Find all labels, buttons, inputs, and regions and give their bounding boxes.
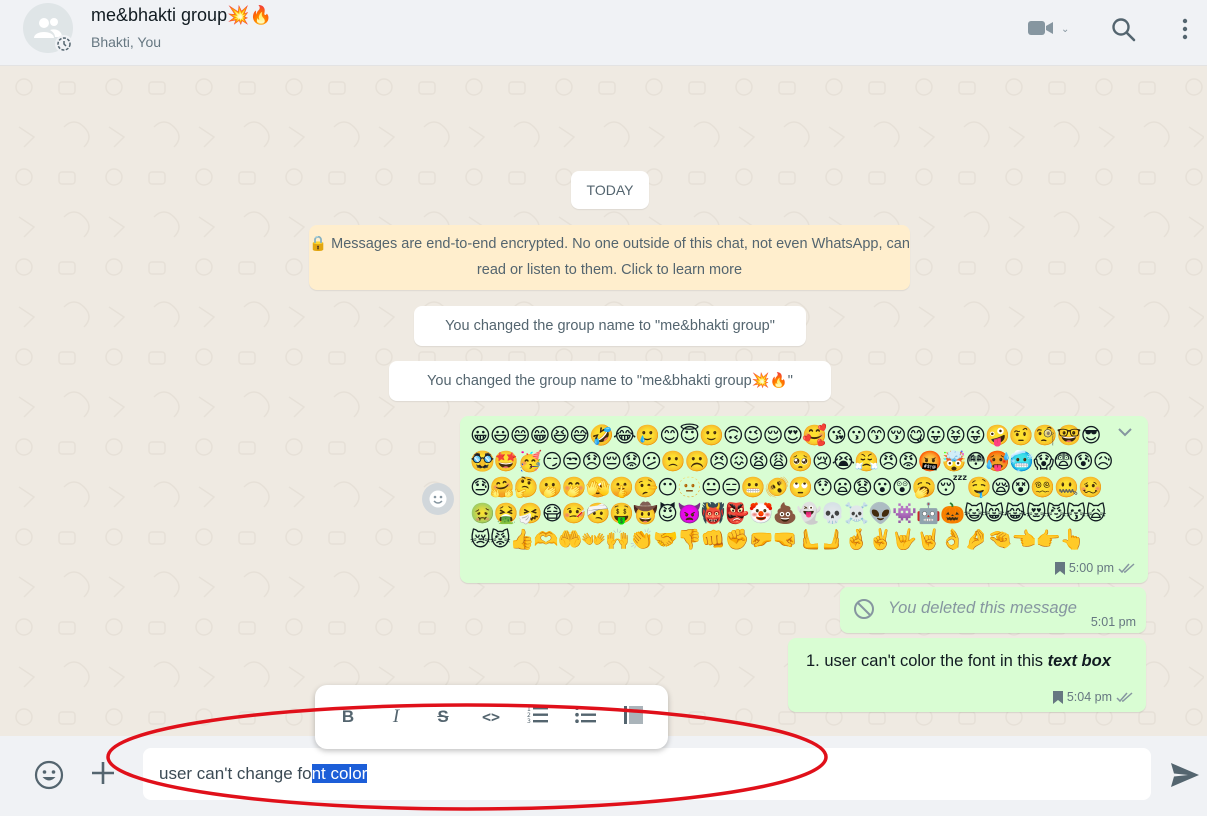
menu-icon[interactable] xyxy=(1180,17,1190,41)
video-call-icon[interactable] xyxy=(1027,18,1055,38)
message-time: 5:04 pm xyxy=(1066,690,1112,704)
deleted-message-text: You deleted this message xyxy=(888,599,1077,617)
input-text-selected: nt color xyxy=(311,764,368,783)
deleted-message-icon xyxy=(854,599,874,619)
chevron-down-icon[interactable]: ⌄ xyxy=(1061,24,1069,35)
encryption-notice[interactable]: 🔒 Messages are end-to-end encrypted. No … xyxy=(309,225,910,290)
list-number: 1. xyxy=(806,652,820,670)
emoji-reaction-icon xyxy=(429,490,447,508)
send-icon[interactable] xyxy=(1170,762,1200,788)
ordered-list-icon: 1 2 3 xyxy=(527,706,548,725)
message-text: 1. user can't color the font in this tex… xyxy=(806,652,1111,671)
message-meta: 5:01 pm xyxy=(1091,615,1136,629)
bookmark-icon xyxy=(1054,561,1065,575)
quote-button[interactable] xyxy=(619,705,647,729)
disappearing-timer-badge xyxy=(55,35,73,53)
message-time: 5:00 pm xyxy=(1068,561,1114,575)
emoji-icon[interactable] xyxy=(34,760,64,790)
system-message: You changed the group name to "me&bhakti… xyxy=(414,306,806,346)
bullet-list-button[interactable] xyxy=(572,705,600,729)
group-members[interactable]: Bhakti, You xyxy=(91,34,161,50)
group-title[interactable]: me&bhakti group💥🔥 xyxy=(91,5,272,26)
format-toolbar: B I S <> 1 2 3 xyxy=(315,685,668,749)
search-icon[interactable] xyxy=(1111,17,1137,43)
message-input[interactable]: user can't change font color xyxy=(143,748,1151,800)
date-divider: TODAY xyxy=(571,171,649,209)
svg-text:3: 3 xyxy=(527,718,531,725)
chat-wallpaper xyxy=(4,67,1204,735)
message-meta: 5:04 pm xyxy=(1052,690,1134,704)
plus-icon[interactable] xyxy=(90,760,116,786)
outgoing-message-emoji[interactable]: 😀😃😄😁😆😅🤣😂🥲😊😇🙂🙃😉😌😍🥰😘😗😙😚😋😛😝😜🤪🤨🧐🤓😎🥸🤩🥳😏😒😞😔😟😕🙁… xyxy=(460,416,1148,583)
quote-icon xyxy=(624,706,643,724)
bold-button[interactable]: B xyxy=(334,705,362,729)
message-time: 5:01 pm xyxy=(1090,615,1136,629)
chat-header: me&bhakti group💥🔥 Bhakti, You ⌄ xyxy=(0,0,1207,66)
message-bold-text: text box xyxy=(1047,652,1111,670)
outgoing-message-text[interactable]: 1. user can't color the font in this tex… xyxy=(788,638,1146,712)
reaction-button[interactable] xyxy=(422,483,454,515)
strikethrough-button[interactable]: S xyxy=(429,705,457,729)
bullet-list-icon xyxy=(575,706,596,723)
bookmark-icon xyxy=(1052,690,1063,704)
timer-icon xyxy=(57,37,71,51)
message-meta: 5:00 pm xyxy=(1054,561,1136,575)
message-input-text[interactable]: user can't change font color xyxy=(159,764,368,784)
double-check-icon xyxy=(1118,562,1135,573)
emoji-message-text: 😀😃😄😁😆😅🤣😂🥲😊😇🙂🙃😉😌😍🥰😘😗😙😚😋😛😝😜🤪🤨🧐🤓😎🥸🤩🥳😏😒😞😔😟😕🙁… xyxy=(470,423,1114,551)
outgoing-message-deleted[interactable]: You deleted this message 5:01 pm xyxy=(840,587,1146,633)
italic-button[interactable]: I xyxy=(382,705,410,729)
code-button[interactable]: <> xyxy=(477,705,505,729)
ordered-list-button[interactable]: 1 2 3 xyxy=(524,705,552,729)
message-menu-chevron-icon[interactable] xyxy=(1116,426,1134,438)
chat-area[interactable]: TODAY 🔒 Messages are end-to-end encrypte… xyxy=(4,67,1204,735)
system-message: You changed the group name to "me&bhakti… xyxy=(389,361,831,401)
double-check-icon xyxy=(1116,691,1133,702)
message-plain-text: user can't color the font in this xyxy=(824,652,1048,670)
input-text-unselected: user can't change fo xyxy=(159,764,312,783)
group-avatar[interactable] xyxy=(23,3,73,53)
